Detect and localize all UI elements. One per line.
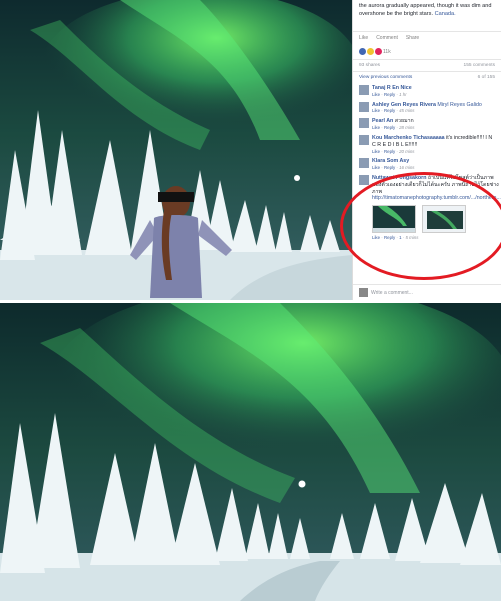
original-photo — [0, 303, 501, 601]
avatar[interactable] — [359, 174, 369, 185]
photographer-link[interactable]: http://timatomanephotography.tumblr.com/… — [372, 195, 501, 202]
post-actions: Like Comment Share — [353, 31, 501, 44]
reply-count[interactable]: 1 — [399, 235, 401, 240]
comment-time: 20 mins — [399, 148, 415, 154]
comment-like-link[interactable]: Like — [372, 235, 380, 240]
love-reaction-icon — [375, 48, 382, 55]
view-previous-link[interactable]: View previous comments — [359, 75, 412, 80]
facebook-sidebar: the aurora gradually appeared, though it… — [352, 0, 501, 300]
share-comment-counts: 93 shares 155 comments — [353, 59, 501, 71]
post-photo[interactable] — [0, 0, 352, 300]
preview-thumbnail[interactable] — [422, 205, 466, 234]
comment-like-link[interactable]: Like — [372, 108, 380, 113]
comment-item: Klara Som Asy Like · Reply · 16 mins — [353, 156, 501, 173]
comment-author[interactable]: Nuttawat Pongsakorn — [372, 175, 426, 181]
comment-reply-link[interactable]: Reply — [384, 235, 395, 240]
aurora-scene-bottom — [0, 303, 501, 601]
comment-time: 28 mins — [399, 125, 415, 131]
comment-item: Pearl An สวยมาก Like · Reply · 28 mins — [353, 116, 501, 133]
wow-reaction-icon — [367, 48, 374, 55]
post-caption: the aurora gradually appeared, though it… — [353, 0, 501, 27]
comment-like-link[interactable]: Like — [372, 165, 380, 170]
like-reaction-icon — [359, 48, 366, 55]
comment-like-link[interactable]: Like — [372, 125, 380, 130]
comment-count[interactable]: 155 comments — [464, 63, 495, 68]
avatar[interactable] — [359, 85, 369, 95]
share-button[interactable]: Share — [406, 35, 419, 41]
comment-input[interactable]: Write a comment... — [371, 290, 413, 296]
comment-author[interactable]: Ashley Gen Reyes Rivera — [372, 102, 436, 108]
comment-author[interactable]: Tanaj R En Nice — [372, 85, 412, 91]
avatar — [359, 288, 368, 297]
page-position: 6 of 155 — [477, 75, 495, 80]
comment-button[interactable]: Comment — [376, 35, 398, 41]
avatar[interactable] — [359, 101, 369, 112]
comment-time: 1 hr — [399, 91, 407, 97]
comment-reply-link[interactable]: Reply — [384, 108, 395, 113]
comment-author[interactable]: Klara Som Asy — [372, 158, 409, 164]
comment-time: 5 mins — [405, 235, 419, 241]
comment-author[interactable]: Pearl An — [372, 118, 393, 124]
composite-image: the aurora gradually appeared, though it… — [0, 0, 501, 601]
comment-item: Ashley Gen Reyes Rivera Miryl Reyes Gali… — [353, 100, 501, 117]
view-previous-row: View previous comments 6 of 155 — [353, 71, 501, 83]
avatar[interactable] — [359, 158, 369, 169]
facebook-post-screenshot: the aurora gradually appeared, though it… — [0, 0, 501, 300]
avatar[interactable] — [359, 134, 369, 145]
comment-author[interactable]: Kou Marchenko Tichasaaaaa — [372, 135, 445, 141]
reaction-count: 11k — [383, 48, 391, 55]
preview-thumbnail[interactable] — [372, 205, 416, 234]
comment-like-link[interactable]: Like — [372, 92, 380, 97]
link-preview-thumbs — [372, 202, 501, 235]
comment-text: สวยมาก — [394, 118, 414, 125]
comment-item: Kou Marchenko Tichasaaaaa it's incredibl… — [353, 133, 501, 156]
comment-time: 45 mins — [399, 108, 415, 114]
comment-reply-link[interactable]: Reply — [384, 165, 395, 170]
overlaid-person — [120, 180, 232, 298]
write-comment-bar: Write a comment... — [353, 284, 501, 300]
comment-like-link[interactable]: Like — [372, 149, 380, 154]
caption-place-link[interactable]: Canada. — [435, 11, 456, 17]
avatar[interactable] — [359, 118, 369, 129]
comment-reply-link[interactable]: Reply — [384, 149, 395, 154]
highlighted-comment: Nuttawat Pongsakorn ถ้าเป็นแค่ไปโพสต์ว่า… — [353, 173, 501, 243]
comment-item: Tanaj R En Nice Like · Reply · 1 hr — [353, 83, 501, 100]
comment-reply-link[interactable]: Reply — [384, 125, 395, 130]
comment-reply-link[interactable]: Reply — [384, 92, 395, 97]
caption-text: the aurora gradually appeared, though it… — [359, 3, 492, 17]
comment-time: 16 mins — [399, 165, 415, 171]
reaction-summary[interactable]: 11k — [353, 44, 501, 59]
comment-text[interactable]: Miryl Reyes Galido — [437, 102, 481, 108]
like-button[interactable]: Like — [359, 35, 368, 41]
share-count[interactable]: 93 shares — [359, 63, 380, 68]
